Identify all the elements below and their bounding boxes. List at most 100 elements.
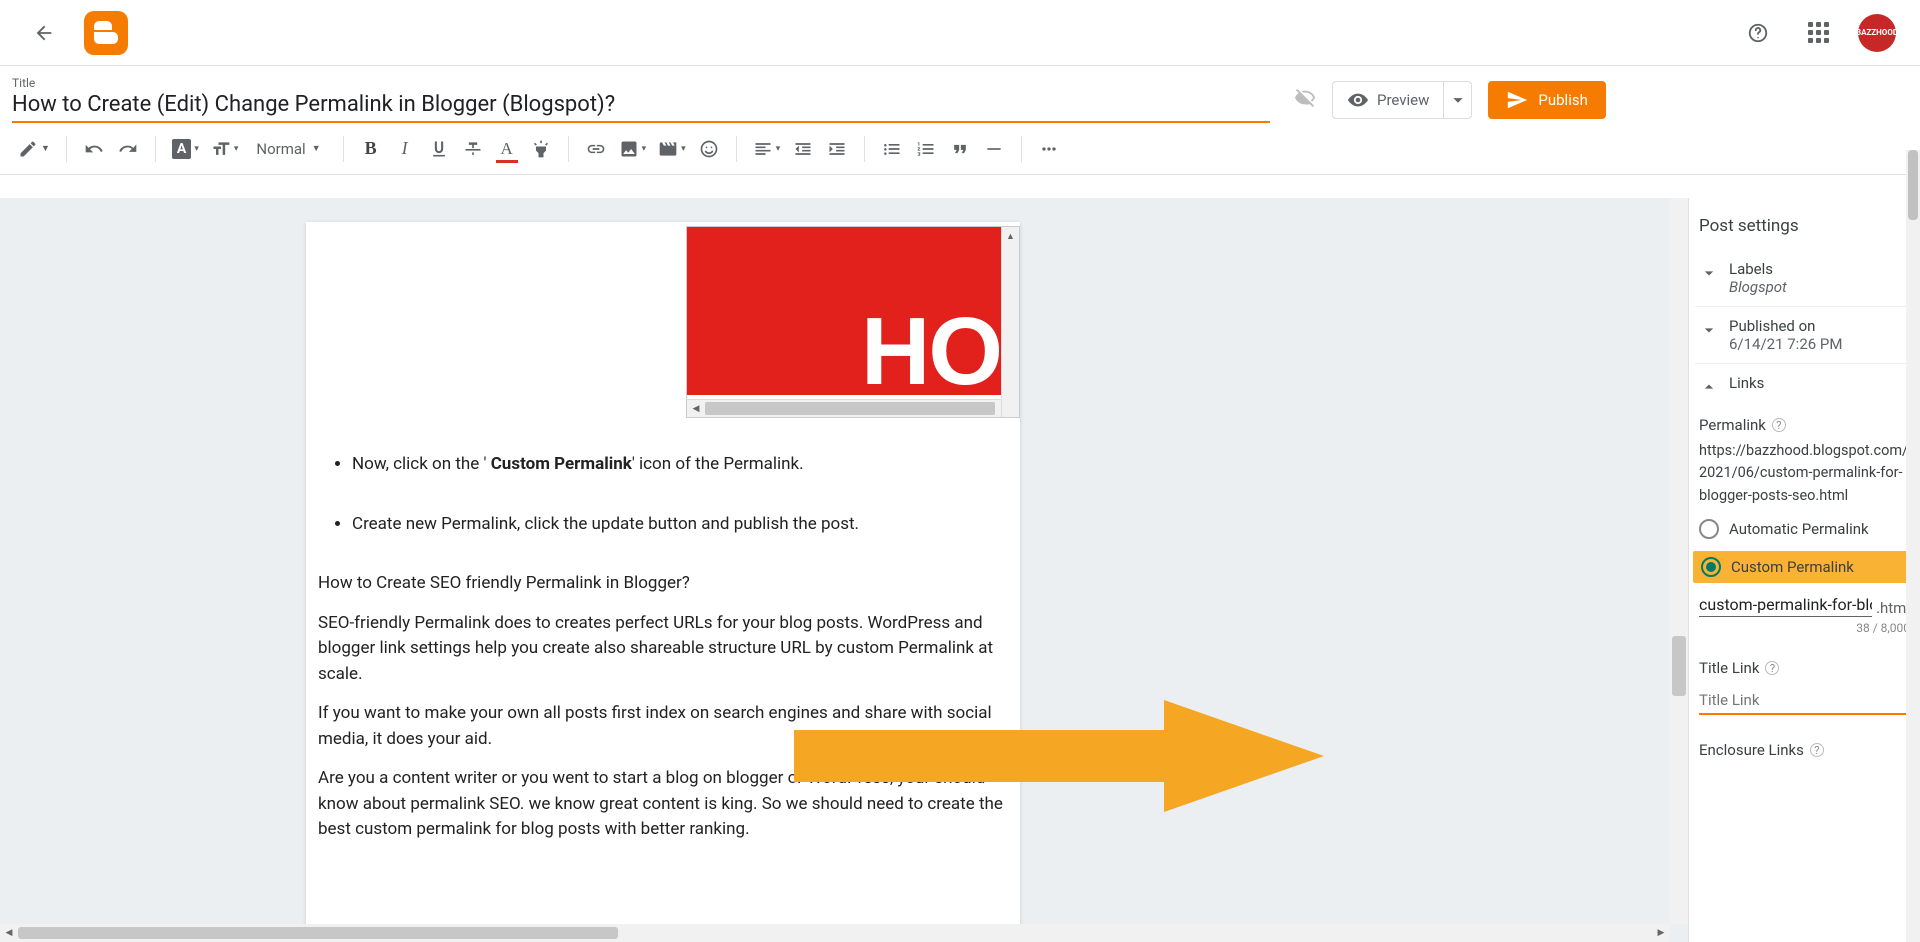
blogger-logo-icon[interactable]: [84, 11, 128, 55]
embedded-image-frame[interactable]: HO ▲ ◀: [686, 226, 1020, 418]
caret-down-icon: [1447, 89, 1469, 111]
automatic-permalink-radio[interactable]: Automatic Permalink: [1699, 519, 1910, 539]
indent-increase-button[interactable]: [822, 131, 852, 167]
links-title: Links: [1729, 374, 1764, 392]
permalink-suffix: .html: [1876, 599, 1910, 617]
permalink-url: https://bazzhood.blogspot.com/2021/06/cu…: [1699, 440, 1910, 507]
strikethrough-icon: [463, 139, 483, 159]
quote-icon: [950, 139, 970, 159]
page-vertical-scrollbar[interactable]: [1906, 150, 1920, 942]
content-bullet-1[interactable]: Now, click on the ' Custom Permalink' ic…: [352, 452, 1008, 478]
content-paragraph[interactable]: SEO-friendly Permalink does to creates p…: [318, 611, 1008, 688]
post-settings-sidebar: Post settings Labels Blogspot Published …: [1688, 198, 1920, 942]
chevron-down-icon: [1699, 317, 1719, 341]
links-section-header[interactable]: Links: [1695, 363, 1914, 408]
send-icon: [1506, 89, 1528, 111]
video-icon: [658, 139, 678, 159]
published-title: Published on: [1729, 317, 1842, 335]
back-button[interactable]: [24, 13, 64, 53]
indent-decrease-icon: [793, 139, 813, 159]
redo-icon: [118, 139, 138, 159]
preview-button[interactable]: Preview: [1332, 81, 1444, 119]
content-bullet-2[interactable]: Create new Permalink, click the update b…: [352, 512, 1008, 538]
compose-mode-button[interactable]: ▼: [14, 131, 54, 167]
enclosure-links-label: Enclosure Links ?: [1699, 741, 1910, 759]
horizontal-rule-icon: [984, 139, 1004, 159]
custom-permalink-input[interactable]: [1699, 593, 1872, 617]
bullet-list-button[interactable]: [877, 131, 907, 167]
labels-title: Labels: [1729, 260, 1787, 278]
labels-section[interactable]: Labels Blogspot: [1695, 250, 1914, 306]
emoji-icon: [699, 139, 719, 159]
help-icon[interactable]: ?: [1765, 661, 1779, 675]
labels-value: Blogspot: [1729, 278, 1787, 296]
account-avatar[interactable]: BAZZHOOD: [1858, 14, 1896, 52]
custom-permalink-radio[interactable]: Custom Permalink: [1693, 551, 1916, 583]
insert-video-button[interactable]: ▾: [654, 131, 690, 167]
links-section-body: Permalink ? https://bazzhood.blogspot.co…: [1695, 416, 1914, 759]
workspace: HO ▲ ◀ Now, click on the ' Custom Permal…: [0, 198, 1920, 942]
pen-icon: [18, 139, 38, 159]
bullet-list-icon: [882, 139, 902, 159]
title-row: Title Preview Publish: [0, 66, 1920, 123]
help-icon[interactable]: ?: [1772, 418, 1786, 432]
help-icon: [1747, 22, 1769, 44]
chevron-up-icon: [1699, 374, 1719, 398]
arrow-left-icon: [33, 22, 55, 44]
numbered-list-button[interactable]: [911, 131, 941, 167]
editor-horizontal-scrollbar[interactable]: ◀▶: [0, 924, 1670, 942]
content-heading[interactable]: How to Create SEO friendly Permalink in …: [318, 571, 1008, 597]
image-vertical-scrollbar[interactable]: ▲: [1001, 227, 1019, 417]
align-button[interactable]: ▾: [749, 131, 785, 167]
title-link-input[interactable]: [1699, 687, 1910, 715]
insert-break-button[interactable]: [979, 131, 1009, 167]
undo-button[interactable]: [79, 131, 109, 167]
published-section[interactable]: Published on 6/14/21 7:26 PM: [1695, 306, 1914, 363]
redo-button[interactable]: [113, 131, 143, 167]
editor-toolbar: ▼ A▾ ▾ Normal▼ B I A ▾ ▾ ▾: [0, 123, 1920, 175]
permalink-label: Permalink ?: [1699, 416, 1910, 434]
editor-canvas[interactable]: HO ▲ ◀ Now, click on the ' Custom Permal…: [0, 198, 1688, 942]
paragraph-style-button[interactable]: Normal▼: [246, 131, 330, 167]
app-bar: BAZZHOOD: [0, 0, 1920, 66]
published-value: 6/14/21 7:26 PM: [1729, 335, 1842, 353]
text-color-button[interactable]: A: [492, 131, 522, 167]
image-horizontal-scrollbar[interactable]: ◀: [687, 399, 1001, 417]
insert-image-button[interactable]: ▾: [615, 131, 651, 167]
post-body[interactable]: HO ▲ ◀ Now, click on the ' Custom Permal…: [306, 222, 1020, 942]
insert-link-button[interactable]: [581, 131, 611, 167]
italic-button[interactable]: I: [390, 131, 420, 167]
embedded-image: HO: [687, 227, 1001, 395]
help-button[interactable]: [1738, 13, 1778, 53]
content-paragraph[interactable]: Are you a content writer or you went to …: [318, 766, 1008, 843]
indent-decrease-button[interactable]: [788, 131, 818, 167]
numbered-list-icon: [916, 139, 936, 159]
google-apps-button[interactable]: [1798, 13, 1838, 53]
preview-dropdown[interactable]: [1444, 81, 1472, 119]
help-icon[interactable]: ?: [1810, 743, 1824, 757]
insert-emoji-button[interactable]: [694, 131, 724, 167]
font-size-icon: [211, 139, 231, 159]
font-A-icon: A: [172, 139, 191, 159]
radio-checked-icon: [1701, 557, 1721, 577]
more-horiz-icon: [1039, 139, 1059, 159]
font-family-button[interactable]: A▾: [168, 131, 203, 167]
permalink-char-count: 38 / 8,000: [1699, 621, 1910, 635]
font-size-button[interactable]: ▾: [207, 131, 243, 167]
quote-button[interactable]: [945, 131, 975, 167]
highlight-button[interactable]: [526, 131, 556, 167]
title-link-label: Title Link ?: [1699, 659, 1910, 677]
bold-button[interactable]: B: [356, 131, 386, 167]
highlight-icon: [531, 139, 551, 159]
apps-grid-icon: [1808, 22, 1829, 43]
post-title-input[interactable]: [12, 90, 1270, 123]
more-button[interactable]: [1034, 131, 1064, 167]
image-icon: [619, 139, 639, 159]
publish-label: Publish: [1538, 91, 1587, 109]
strikethrough-button[interactable]: [458, 131, 488, 167]
editor-vertical-scrollbar[interactable]: [1670, 198, 1688, 924]
sidebar-heading: Post settings: [1695, 210, 1914, 250]
publish-button[interactable]: Publish: [1488, 81, 1605, 119]
content-paragraph[interactable]: If you want to make your own all posts f…: [318, 701, 1008, 752]
underline-button[interactable]: [424, 131, 454, 167]
